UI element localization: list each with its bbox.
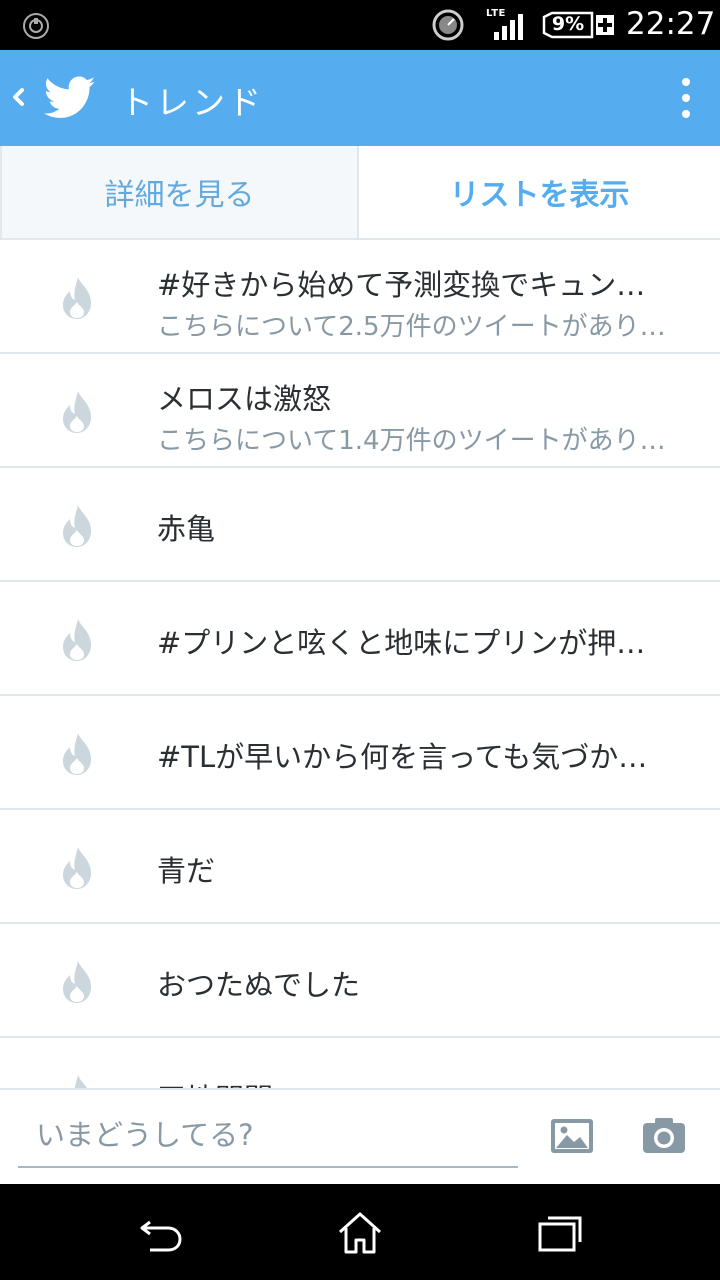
trend-row[interactable]: #プリンと呟くと地味にプリンが押… <box>0 582 720 696</box>
trend-title: メロスは激怒 <box>157 382 332 416</box>
status-bar: LTE 9% 22:27 <box>0 0 720 50</box>
fire-icon <box>63 391 91 433</box>
twitter-bird-icon[interactable] <box>44 76 96 120</box>
tab-detail[interactable]: 詳細を見る <box>0 146 359 238</box>
trend-title: #プリンと呟くと地味にプリンが押… <box>157 626 646 660</box>
trend-title: 赤亀 <box>157 512 216 546</box>
trend-row[interactable]: 天地開闢 <box>0 1038 720 1088</box>
action-bar: トレンド <box>0 50 720 146</box>
clock: 22:27 <box>626 6 716 42</box>
tweet-input[interactable] <box>18 1104 518 1168</box>
trend-list: #好きから始めて予測変換でキュン… こちらについて2.5万件のツイートがあり… … <box>0 240 720 1088</box>
fire-icon <box>63 733 91 775</box>
trend-row[interactable]: 青だ <box>0 810 720 924</box>
battery-level: 9% <box>551 13 585 35</box>
back-chevron-icon[interactable] <box>10 80 28 114</box>
trend-subtitle: こちらについて1.4万件のツイートがあり… <box>157 426 666 456</box>
trend-row[interactable]: #好きから始めて予測変換でキュン… こちらについて2.5万件のツイートがあり… <box>0 240 720 354</box>
trend-title: 天地開闢 <box>157 1076 687 1088</box>
fire-icon <box>63 961 91 1003</box>
fire-icon <box>63 277 91 319</box>
trend-row[interactable]: 赤亀 <box>0 468 720 582</box>
trend-row[interactable]: メロスは激怒 こちらについて1.4万件のツイートがあり… <box>0 354 720 468</box>
view-tabs: 詳細を見る リストを表示 <box>0 146 720 240</box>
trend-subtitle: こちらについて2.5万件のツイートがあり… <box>157 312 666 342</box>
signal-icon <box>494 14 523 40</box>
trend-row[interactable]: おつたぬでした <box>0 924 720 1038</box>
fire-icon <box>63 1075 91 1088</box>
app-notification-icon <box>23 13 49 39</box>
trend-title: 青だ <box>157 854 216 888</box>
tab-list[interactable]: リストを表示 <box>359 146 720 238</box>
trend-title: #TLが早いから何を言っても気づか… <box>157 740 648 774</box>
photo-icon[interactable] <box>550 1118 594 1154</box>
page-title: トレンド <box>120 83 264 122</box>
speedometer-icon <box>432 9 464 41</box>
fire-icon <box>63 505 91 547</box>
trend-title: おつたぬでした <box>157 968 361 1002</box>
home-icon[interactable] <box>336 1208 384 1256</box>
recent-apps-icon[interactable] <box>536 1208 584 1256</box>
trend-title: #好きから始めて予測変換でキュン… <box>157 268 646 302</box>
back-icon[interactable] <box>136 1208 184 1256</box>
fire-icon <box>63 847 91 889</box>
trend-row[interactable]: #TLが早いから何を言っても気づか… <box>0 696 720 810</box>
overflow-menu-icon[interactable] <box>672 76 700 120</box>
system-nav-bar <box>0 1184 720 1280</box>
fire-icon <box>63 619 91 661</box>
camera-icon[interactable] <box>642 1116 686 1154</box>
compose-bar <box>0 1088 720 1184</box>
